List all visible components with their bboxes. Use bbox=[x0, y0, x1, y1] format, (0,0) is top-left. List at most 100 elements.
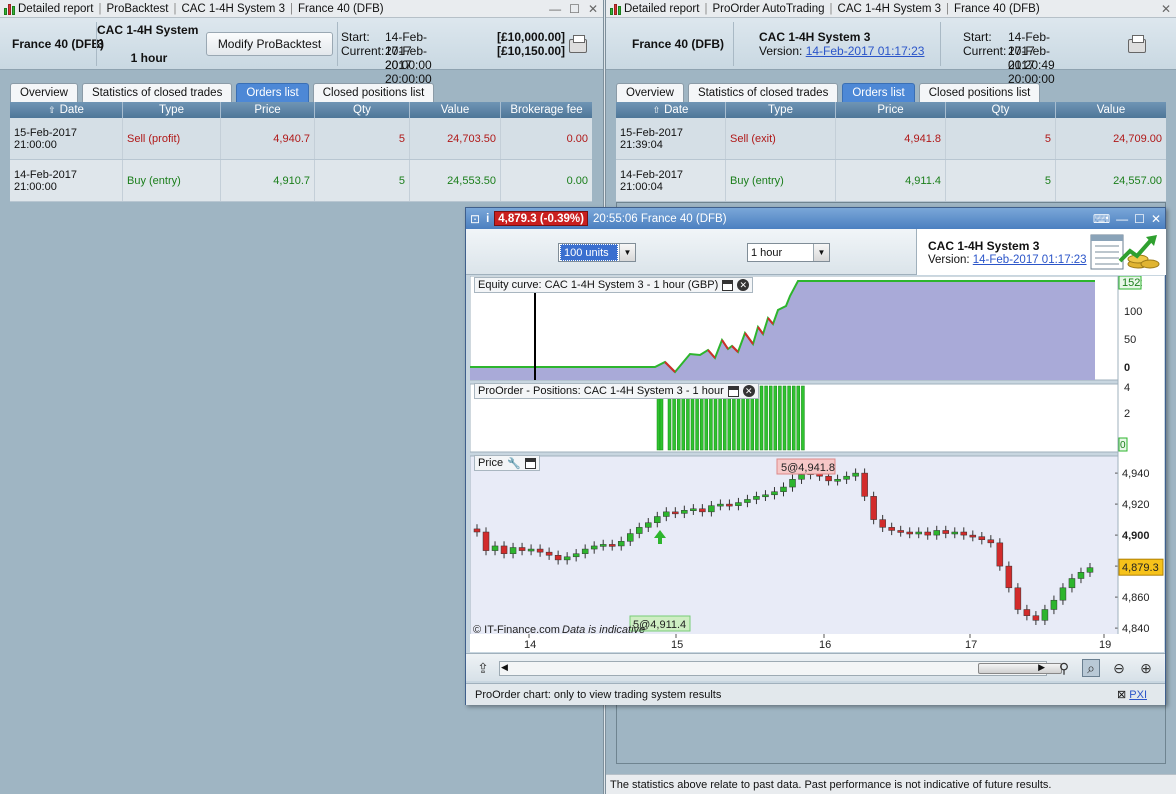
units-select[interactable]: 100 units ▼ bbox=[558, 243, 636, 262]
candle-body bbox=[1068, 578, 1076, 589]
position-bar bbox=[778, 385, 782, 451]
position-bar bbox=[681, 397, 686, 451]
system-name: CAC 1-4H System 3 bbox=[928, 239, 1040, 253]
tab-closed-positions-list[interactable]: Closed positions list bbox=[312, 83, 435, 102]
candle-body bbox=[509, 547, 517, 554]
chart-window-titlebar[interactable]: ⊡ i 4,879.3 (-0.39%) 20:55:06 France 40 … bbox=[466, 208, 1165, 229]
start-label: Start: bbox=[963, 30, 992, 44]
table-row[interactable]: 15-Feb-2017 21:00:00 Sell (profit) 4,940… bbox=[10, 118, 592, 160]
column-header-type[interactable]: Type bbox=[726, 102, 836, 118]
chart-area[interactable]: 1521005001524204,9404,9204,9004,8804,860… bbox=[469, 275, 1165, 653]
candle-body bbox=[1077, 572, 1085, 579]
column-header-qty[interactable]: Qty bbox=[315, 102, 410, 118]
chart-export-icon[interactable]: ⇪ bbox=[474, 659, 492, 677]
candle-body bbox=[870, 496, 877, 520]
tab-orders-list[interactable]: Orders list bbox=[842, 83, 915, 102]
maximize-icon[interactable]: ☐ bbox=[1134, 212, 1145, 226]
table-row[interactable]: 15-Feb-2017 21:39:04 Sell (exit) 4,941.8… bbox=[616, 118, 1166, 160]
breadcrumb-item[interactable]: CAC 1-4H System 3 bbox=[181, 3, 285, 15]
close-panel-icon[interactable]: ✕ bbox=[737, 279, 750, 291]
zoom-out-icon[interactable]: ⊖ bbox=[1110, 659, 1128, 677]
column-header-price[interactable]: Price bbox=[221, 102, 315, 118]
pxi-link[interactable]: ⊠ PXI bbox=[1117, 688, 1147, 701]
breadcrumb-item[interactable]: France 40 (DFB) bbox=[298, 3, 384, 15]
tab-statistics-closed-trades[interactable]: Statistics of closed trades bbox=[81, 83, 233, 102]
column-header-date[interactable]: ⇧ Date bbox=[616, 102, 726, 118]
close-panel-icon[interactable]: ✕ bbox=[742, 385, 755, 397]
tab-orders-list[interactable]: Orders list bbox=[236, 83, 309, 102]
column-header-value[interactable]: Value bbox=[1056, 102, 1166, 118]
scrollbar-thumb[interactable] bbox=[978, 663, 1062, 674]
breadcrumb-item[interactable]: Detailed report bbox=[18, 3, 93, 15]
scroll-right-icon[interactable]: ▶ bbox=[1038, 662, 1045, 673]
breadcrumb-item[interactable]: ProBacktest bbox=[106, 3, 168, 15]
table-row[interactable]: 14-Feb-2017 21:00:04 Buy (entry) 4,911.4… bbox=[616, 160, 1166, 202]
zoom-selection-icon[interactable]: ⌕ bbox=[1082, 659, 1100, 677]
candle-body bbox=[942, 530, 950, 534]
current-date: 17-Feb-2017 20:00:00 bbox=[385, 44, 432, 86]
tab-closed-positions-list[interactable]: Closed positions list bbox=[918, 83, 1041, 102]
candle-body bbox=[996, 542, 1004, 567]
candle-body bbox=[1086, 567, 1094, 573]
window-icon[interactable] bbox=[727, 385, 739, 397]
candle-body bbox=[608, 544, 616, 547]
column-header-qty[interactable]: Qty bbox=[946, 102, 1056, 118]
window-icon[interactable] bbox=[524, 457, 536, 469]
modify-probacktest-button[interactable]: Modify ProBacktest bbox=[206, 32, 333, 56]
chart-system-info: CAC 1-4H System 3 Version: 14-Feb-2017 0… bbox=[916, 229, 1166, 275]
chart-instrument: France 40 (DFB) bbox=[640, 212, 727, 225]
column-header-value[interactable]: Value bbox=[410, 102, 501, 118]
wrench-icon[interactable]: 🔧 bbox=[507, 457, 521, 470]
column-header-type[interactable]: Type bbox=[123, 102, 221, 118]
minimize-icon[interactable]: — bbox=[549, 2, 561, 16]
breadcrumb-item[interactable]: Detailed report bbox=[624, 3, 699, 15]
version-date-link[interactable]: 14-Feb-2017 01:17:23 bbox=[973, 254, 1087, 266]
chart-scrollbar[interactable]: ◀ ▶ bbox=[499, 661, 1062, 676]
maximize-icon[interactable]: ☐ bbox=[569, 2, 580, 16]
minimize-icon[interactable]: — bbox=[1116, 212, 1128, 226]
print-icon[interactable] bbox=[569, 35, 587, 53]
scroll-left-icon[interactable]: ◀ bbox=[501, 662, 508, 673]
column-header-price[interactable]: Price bbox=[836, 102, 946, 118]
info-icon[interactable]: i bbox=[486, 213, 489, 225]
candle-body bbox=[888, 527, 895, 531]
cursor-tool-icon[interactable]: ⚲ bbox=[1055, 659, 1073, 677]
print-icon[interactable] bbox=[1128, 35, 1146, 53]
version-date-link[interactable]: 14-Feb-2017 01:17:23 bbox=[806, 44, 925, 58]
cell-fee: 0.00 bbox=[566, 174, 588, 187]
tab-overview[interactable]: Overview bbox=[616, 83, 684, 102]
candle-body bbox=[599, 544, 607, 547]
tab-statistics-closed-trades[interactable]: Statistics of closed trades bbox=[687, 83, 839, 102]
close-icon[interactable]: ✕ bbox=[1151, 212, 1161, 226]
breadcrumb-item[interactable]: ProOrder AutoTrading bbox=[712, 3, 824, 15]
x-tick-label: 14 bbox=[524, 639, 536, 651]
candle-body bbox=[744, 499, 751, 503]
table-row[interactable]: 14-Feb-2017 21:00:00 Buy (entry) 4,910.7… bbox=[10, 160, 592, 202]
right-titlebar: Detailed report | ProOrder AutoTrading | C… bbox=[606, 0, 1176, 18]
positions-y-tick-label: 2 bbox=[1124, 408, 1130, 420]
column-header-brokerage-fee[interactable]: Brokerage fee bbox=[501, 102, 592, 118]
position-bar bbox=[713, 397, 718, 451]
window-icon[interactable] bbox=[722, 279, 734, 291]
zoom-in-icon[interactable]: ⊕ bbox=[1137, 659, 1155, 677]
breadcrumb-item[interactable]: CAC 1-4H System 3 bbox=[838, 3, 942, 15]
cell-qty: 5 bbox=[946, 118, 1056, 159]
right-report-header: France 40 (DFB) CAC 1-4H System 3 Versio… bbox=[606, 18, 1176, 86]
cell-date: 14-Feb-2017 21:00:04 bbox=[616, 160, 726, 201]
table-header: ⇧ Date Type Price Qty Value Brokerage fee bbox=[10, 102, 592, 118]
current-date: 17-Feb-2017 20:00:00 bbox=[1008, 44, 1055, 86]
breadcrumb-item[interactable]: France 40 (DFB) bbox=[954, 3, 1040, 15]
timeframe-select[interactable]: 1 hour ▼ bbox=[747, 243, 830, 262]
close-icon[interactable]: ✕ bbox=[1161, 2, 1171, 16]
column-header-date[interactable]: ⇧ Date bbox=[10, 102, 123, 118]
position-bar bbox=[690, 397, 695, 451]
prorealtime-chart-window[interactable]: ⊡ i 4,879.3 (-0.39%) 20:55:06 France 40 … bbox=[465, 207, 1166, 705]
close-icon[interactable]: ✕ bbox=[588, 2, 598, 16]
cell-date: 15-Feb-2017 21:00:00 bbox=[10, 118, 123, 159]
equity-panel-label: Equity curve: CAC 1-4H System 3 - 1 hour… bbox=[474, 277, 754, 293]
positions-panel-label: ProOrder - Positions: CAC 1-4H System 3 … bbox=[474, 383, 759, 399]
candle-body bbox=[491, 545, 499, 551]
position-bar bbox=[773, 385, 778, 451]
tab-overview[interactable]: Overview bbox=[10, 83, 78, 102]
keyboard-icon[interactable]: ⌨ bbox=[1093, 212, 1110, 226]
